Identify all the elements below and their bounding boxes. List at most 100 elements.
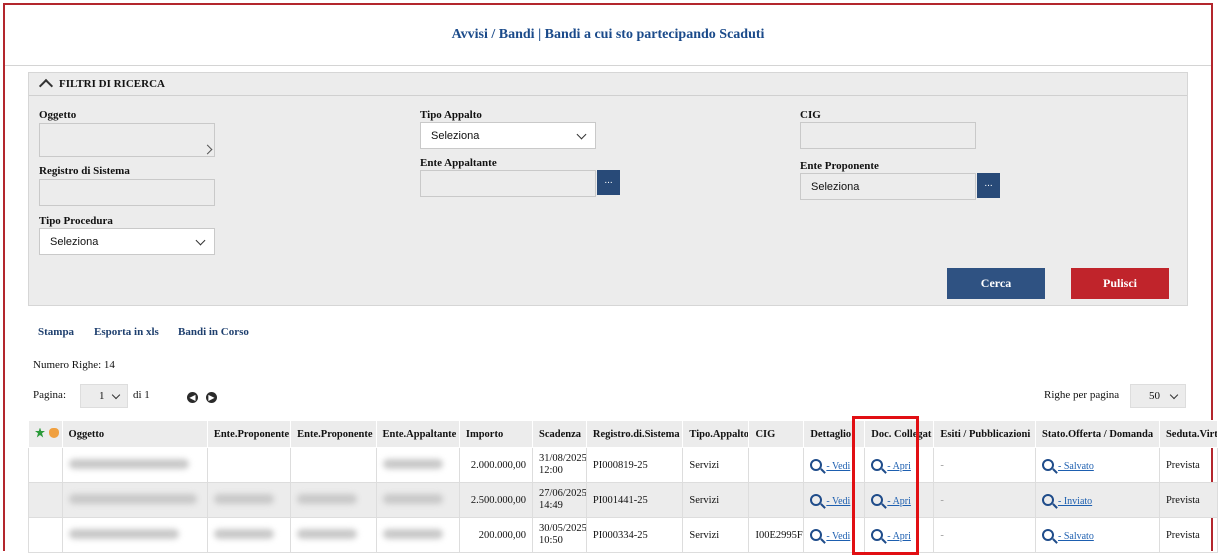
magnifier-icon [1042, 458, 1054, 471]
column-header[interactable]: Ente.Appaltante [375, 420, 460, 448]
row-icons-cell [28, 482, 63, 518]
magnifier-icon [810, 458, 823, 471]
apri-link[interactable]: - Apri [887, 461, 911, 472]
ente-appaltante-cell [375, 447, 460, 483]
column-header[interactable]: Tipo.Appalto [682, 420, 750, 448]
redacted-text [382, 493, 443, 504]
ente-proponente-select[interactable]: Seleziona [800, 173, 976, 200]
column-header[interactable]: Oggetto [61, 420, 208, 448]
magnifier-icon [810, 493, 823, 506]
clear-button[interactable]: Pulisci [1071, 268, 1169, 299]
apri-link[interactable]: - Apri [887, 496, 911, 507]
column-header[interactable]: Seduta.Virtua [1158, 420, 1218, 448]
scadenza-cell: 27/06/2025 14:49 [532, 482, 587, 518]
stato-cell[interactable]: - Salvato [1035, 517, 1160, 553]
ente-appaltante-label: Ente Appaltante [420, 157, 497, 169]
ente-proponente-cell [206, 447, 292, 483]
page-header: Avvisi / Bandi | Bandi a cui sto parteci… [5, 5, 1211, 66]
ente-appaltante-input[interactable] [420, 170, 596, 197]
oggetto-label: Oggetto [39, 109, 77, 121]
oggetto-textarea[interactable] [39, 123, 215, 157]
ente-proponente-cell [206, 482, 292, 518]
row-count: Numero Righe: 14 [33, 359, 115, 371]
magnifier-icon [1042, 528, 1054, 541]
dettaglio-cell[interactable]: - Vedi [803, 517, 866, 553]
vedi-link[interactable]: - Vedi [826, 496, 850, 507]
seduta-cell: Prevista [1158, 482, 1218, 518]
stato-link[interactable]: - Salvato [1058, 461, 1094, 472]
column-header[interactable]: CIG [748, 420, 805, 448]
ente-appaltante-lookup-button[interactable]: ... [597, 170, 620, 195]
tipo-procedura-select[interactable]: Seleziona [39, 228, 215, 255]
tipo-appalto-cell: Servizi [682, 482, 750, 518]
next-page-icon[interactable]: ▶ [206, 392, 217, 403]
prev-page-icon[interactable]: ◀ [187, 392, 198, 403]
redacted-text [68, 493, 197, 504]
filters-title: FILTRI DI RICERCA [59, 78, 165, 90]
oggetto-cell [61, 447, 208, 483]
vedi-link[interactable]: - Vedi [826, 461, 850, 472]
column-header[interactable]: Ente.Proponente [206, 420, 292, 448]
ente-proponente-lookup-button[interactable]: ... [977, 173, 1000, 198]
table-row: 2.000.000,00 31/08/2025 12:00 PI000819-25… [28, 447, 1218, 483]
table-row: 2.500.000,00 27/06/2025 14:49 PI001441-25… [28, 482, 1218, 518]
magnifier-icon [871, 458, 884, 471]
rows-per-page-label: Righe per pagina [1044, 389, 1120, 401]
column-header[interactable]: Registro.di.Sistema [585, 420, 684, 448]
doc-collegati-cell[interactable]: - Apri [864, 517, 935, 553]
doc-collegati-cell[interactable]: - Apri [864, 482, 935, 518]
esiti-cell: - [933, 482, 1036, 518]
importo-cell: 200.000,00 [458, 517, 534, 553]
print-link[interactable]: Stampa [38, 326, 74, 338]
column-header[interactable]: Dettaglio [803, 420, 866, 448]
search-filters-panel: FILTRI DI RICERCA Oggetto Registro di Si… [28, 72, 1188, 306]
page-value: 1 [99, 390, 105, 402]
stato-link[interactable]: - Salvato [1058, 531, 1094, 542]
esiti-cell: - [933, 447, 1036, 483]
page-select[interactable]: 1 [80, 384, 128, 408]
scadenza-time: 14:49 [539, 500, 563, 511]
column-header[interactable]: Ente.Proponente [290, 420, 377, 448]
cig-input[interactable] [800, 122, 976, 149]
rows-per-page-select[interactable]: 50 [1130, 384, 1186, 408]
chevron-up-icon [38, 78, 54, 94]
registro-cell: PI000819-25 [585, 447, 684, 483]
export-xls-link[interactable]: Esporta in xls [94, 326, 159, 338]
redacted-text [382, 528, 443, 539]
row-icons-cell [28, 447, 63, 483]
ente-proponente-cell [290, 517, 377, 553]
redacted-text [213, 528, 274, 539]
vedi-link[interactable]: - Vedi [826, 531, 850, 542]
redacted-text [213, 493, 274, 504]
column-header[interactable]: Stato.Offerta / Domanda [1035, 420, 1160, 448]
column-header[interactable]: Doc. Collegat [864, 420, 935, 448]
column-header[interactable]: Scadenza [532, 420, 587, 448]
apri-link[interactable]: - Apri [887, 531, 911, 542]
chevron-down-icon [195, 235, 206, 246]
chevron-down-icon [111, 390, 121, 400]
doc-collegati-cell[interactable]: - Apri [864, 447, 935, 483]
page-total: di 1 [133, 389, 150, 401]
tipo-procedura-label: Tipo Procedura [39, 215, 113, 227]
scadenza-time: 10:50 [539, 535, 563, 546]
column-header[interactable]: Importo [458, 420, 534, 448]
dettaglio-cell[interactable]: - Vedi [803, 447, 866, 483]
filters-toggle[interactable]: FILTRI DI RICERCA [29, 73, 1187, 96]
current-bids-link[interactable]: Bandi in Corso [178, 326, 249, 338]
tipo-appalto-select[interactable]: Seleziona [420, 122, 596, 149]
importo-cell: 2.500.000,00 [458, 482, 534, 518]
registro-cell: PI000334-25 [585, 517, 684, 553]
registro-input[interactable] [39, 179, 215, 206]
resize-handle-icon[interactable] [202, 144, 213, 155]
seduta-cell: Prevista [1158, 517, 1218, 553]
stato-cell[interactable]: - Inviato [1035, 482, 1160, 518]
stato-link[interactable]: - Inviato [1058, 496, 1092, 507]
dettaglio-cell[interactable]: - Vedi [803, 482, 866, 518]
cig-cell: I00E2995F6 [748, 517, 805, 553]
column-header[interactable]: Esiti / Pubblicazioni [933, 420, 1036, 448]
stato-cell[interactable]: - Salvato [1035, 447, 1160, 483]
search-button[interactable]: Cerca [947, 268, 1045, 299]
ente-proponente-cell [290, 447, 377, 483]
table-row: 200.000,00 30/05/2025 10:50 PI000334-25 S… [28, 517, 1218, 553]
redacted-text [68, 528, 179, 539]
